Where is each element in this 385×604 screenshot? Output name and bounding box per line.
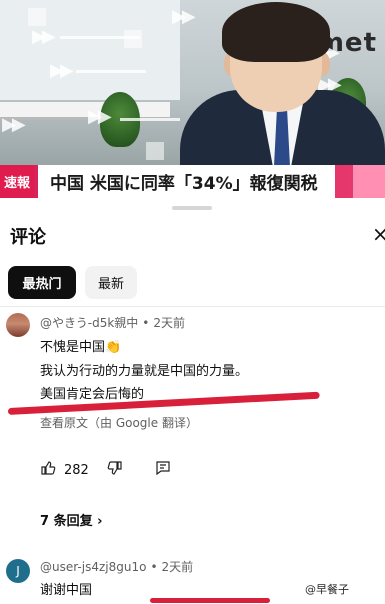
pixel-block (28, 8, 46, 26)
ticker-headline: 中国 米国に同率「34%」報復関税 (38, 165, 335, 198)
comment-meta: @やきう-d5k親中 • 2天前 (40, 316, 186, 330)
thumb-up-icon[interactable] (40, 460, 56, 480)
see-original-link[interactable]: 查看原文（由 Google 翻译） (40, 414, 198, 431)
thumb-down-icon[interactable] (107, 460, 123, 480)
more-vert-icon[interactable]: ⋮ (378, 561, 385, 577)
fast-forward-icon: ▶▶ (2, 114, 26, 135)
chevron-right-icon: › (97, 514, 103, 529)
comment-line-text: 不愧是中国 (40, 340, 106, 355)
breaking-tag: 速報 (0, 165, 34, 198)
comments-title: 评论 (10, 227, 46, 248)
overlay-line (120, 118, 180, 121)
red-annotation-stroke (150, 598, 270, 603)
more-vert-icon[interactable]: ⋮ (378, 315, 385, 331)
comment-author[interactable]: @user-js4zj8gu1o (40, 560, 146, 574)
clapping-hands-icon: 👏 (105, 340, 122, 355)
pixel-block (124, 30, 142, 48)
avatar[interactable] (6, 313, 30, 337)
comment-line: 谢谢中国 (40, 583, 93, 598)
comment-reply-icon[interactable] (155, 460, 171, 480)
breaking-news-ticker: 速報 中国 米国に同率「34%」報復関税 (0, 165, 385, 198)
fast-forward-icon: ▶▶ (50, 60, 74, 81)
view-replies-button[interactable]: 7 条回复 › (40, 510, 102, 529)
overlay-line (76, 70, 146, 73)
comment-line: 我认为行动的力量就是中国的力量。 (40, 364, 249, 379)
ticker-end-block (353, 165, 385, 198)
chip-newest[interactable]: 最新 (85, 266, 137, 299)
comment-meta: @user-js4zj8gu1o • 2天前 (40, 560, 194, 574)
news-anchor (180, 0, 385, 165)
anchor-hair (222, 2, 330, 62)
watermark: @早餐子 (302, 580, 352, 598)
avatar[interactable]: J (6, 559, 30, 583)
divider (0, 306, 385, 307)
pixel-block (146, 142, 164, 160)
fast-forward-icon: ▶▶ (32, 26, 56, 47)
like-count: 282 (64, 462, 89, 478)
replies-label: 7 条回复 (40, 514, 93, 529)
chip-top-comments[interactable]: 最热门 (8, 266, 76, 299)
comment-line: 美国肯定会后悔的 (40, 387, 145, 402)
sheet-drag-handle[interactable] (172, 206, 212, 210)
fast-forward-icon: ▶▶ (88, 106, 112, 127)
video-player[interactable]: emet ▶▶ ▶▶ ▶▶ ▶▶ ▶▶ ▶▶ ▶▶ (0, 0, 385, 165)
comment-line: 不愧是中国👏 (40, 336, 121, 355)
comment-author[interactable]: @やきう-d5k親中 (40, 316, 138, 330)
comment-time: 2天前 (153, 316, 186, 330)
comment-time: 2天前 (161, 560, 194, 574)
office-background (0, 0, 180, 100)
comment-actions: 282 (40, 460, 171, 480)
close-icon[interactable]: × (372, 222, 385, 246)
